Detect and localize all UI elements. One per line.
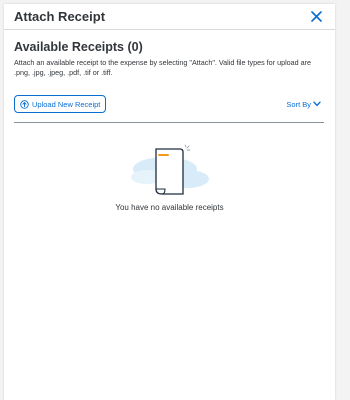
toolbar-divider	[14, 122, 324, 123]
empty-state: You have no available receipts	[14, 143, 325, 212]
close-button[interactable]	[307, 8, 325, 26]
sort-by-label: Sort By	[286, 99, 311, 109]
receipt-toolbar: Upload New Receipt Sort By	[14, 94, 325, 114]
upload-icon	[20, 99, 29, 109]
chevron-down-icon	[313, 101, 321, 107]
dialog-content: Available Receipts (0) Attach an availab…	[4, 30, 335, 212]
dialog-header: Attach Receipt	[4, 4, 335, 30]
section-title: Available Receipts (0)	[14, 40, 143, 54]
empty-document-illustration	[130, 144, 209, 195]
attach-receipt-dialog: Attach Receipt Available Receipts (0) At…	[4, 4, 335, 400]
empty-state-message: You have no available receipts	[115, 203, 224, 212]
close-icon	[310, 11, 322, 22]
upload-new-receipt-button[interactable]: Upload New Receipt	[14, 95, 107, 113]
upload-button-label: Upload New Receipt	[32, 99, 101, 109]
section-description: Attach an available receipt to the expen…	[14, 58, 312, 77]
sort-by-button[interactable]: Sort By	[286, 100, 321, 109]
dialog-title: Attach Receipt	[14, 9, 106, 24]
